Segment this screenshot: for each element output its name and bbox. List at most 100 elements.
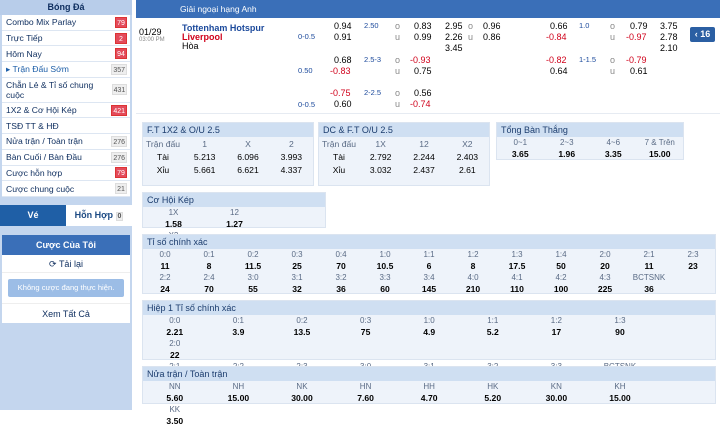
- odds-1x2-x[interactable]: 3.45: [445, 43, 463, 53]
- odds-option[interactable]: 0~1 3.65: [497, 137, 544, 160]
- odds-option[interactable]: 0:3 25: [275, 249, 319, 272]
- ht-odds-u-1[interactable]: -0.97: [626, 32, 647, 42]
- sidebar-item[interactable]: Trực Tiếp 2: [2, 31, 130, 47]
- odds-option[interactable]: 1:1 6: [407, 249, 451, 272]
- odds-option[interactable]: 0:3 75: [334, 315, 398, 338]
- odds-option[interactable]: HH 4.70: [397, 381, 461, 404]
- odds-option[interactable]: 2:0 20: [583, 249, 627, 272]
- odds-option[interactable]: 12 1.27: [204, 207, 265, 230]
- odds-cell[interactable]: 6.096: [226, 150, 269, 163]
- odds-option[interactable]: 0:0 2.21: [143, 315, 207, 338]
- sidebar-item[interactable]: 1X2 & Cơ Hội Kép 421: [2, 103, 130, 119]
- odds-option[interactable]: 2:2 24: [143, 272, 187, 295]
- odds-option[interactable]: 1:4 50: [539, 249, 583, 272]
- odds-option[interactable]: 0:0 11: [143, 249, 187, 272]
- ht-odds-o-2[interactable]: -0.79: [626, 55, 647, 65]
- odds-option[interactable]: HK 5.20: [461, 381, 525, 404]
- odds-h-1[interactable]: 0.94: [334, 21, 352, 31]
- odds-cell[interactable]: 3.993: [270, 150, 313, 163]
- ht-odds-a-2[interactable]: 0.64: [550, 66, 568, 76]
- odds-option[interactable]: 1X 1.58: [143, 207, 204, 230]
- odds-option[interactable]: NK 30.00: [270, 381, 334, 404]
- odds-odd[interactable]: 0.96: [483, 21, 501, 31]
- odds-cell[interactable]: 5.661: [183, 163, 226, 176]
- odds-cell[interactable]: 2.792: [359, 150, 402, 163]
- odds-option[interactable]: 4~6 3.35: [590, 137, 637, 160]
- odds-option[interactable]: 4:3 225: [583, 272, 627, 295]
- view-all-link[interactable]: Xem Tất Cả: [2, 302, 130, 323]
- odds-cell[interactable]: 5.213: [183, 150, 226, 163]
- odds-option[interactable]: 2:4 70: [187, 272, 231, 295]
- odds-option[interactable]: 3:4 145: [407, 272, 451, 295]
- odds-option[interactable]: 4:1 110: [495, 272, 539, 295]
- odds-option[interactable]: 4:2 100: [539, 272, 583, 295]
- odds-option[interactable]: 0:1 3.9: [207, 315, 271, 338]
- sidebar-item[interactable]: Combo Mix Parlay 79: [2, 15, 130, 31]
- odds-1x2-1[interactable]: 2.95: [445, 21, 463, 31]
- tab-mixed[interactable]: Hỗn Hợp 0: [66, 204, 132, 226]
- odds-cell[interactable]: 4.337: [270, 163, 313, 176]
- odds-cell[interactable]: 3.032: [359, 163, 402, 176]
- sidebar-item[interactable]: Hôm Nay 94: [2, 46, 130, 63]
- odds-u-2[interactable]: 0.75: [414, 66, 432, 76]
- odds-u-3[interactable]: -0.74: [410, 99, 431, 109]
- odds-option[interactable]: 7 & Trên 15.00: [637, 137, 684, 160]
- odds-h-2[interactable]: 0.68: [334, 55, 352, 65]
- ht-odds-a-1[interactable]: -0.84: [546, 32, 567, 42]
- odds-a-1[interactable]: 0.91: [334, 32, 352, 42]
- odds-option[interactable]: NN 5.60: [143, 381, 207, 404]
- odds-o-3[interactable]: 0.56: [414, 88, 432, 98]
- odds-a-2[interactable]: -0.83: [330, 66, 351, 76]
- odds-option[interactable]: 1:0 10.5: [363, 249, 407, 272]
- odds-option[interactable]: 1:3 17.5: [495, 249, 539, 272]
- ht-odds-h-1[interactable]: 0.66: [550, 21, 568, 31]
- odds-option[interactable]: 1:2 8: [451, 249, 495, 272]
- odds-even[interactable]: 0.86: [483, 32, 501, 42]
- odds-option[interactable]: NH 15.00: [207, 381, 271, 404]
- odds-option[interactable]: 3:1 32: [275, 272, 319, 295]
- odds-option[interactable]: 0:2 13.5: [270, 315, 334, 338]
- sidebar-item[interactable]: Cược chung cuộc 21: [2, 181, 130, 197]
- odds-u-1[interactable]: 0.99: [414, 32, 432, 42]
- odds-option[interactable]: 2:3 23: [671, 249, 715, 272]
- ht-odds-o-1[interactable]: 0.79: [630, 21, 648, 31]
- odds-option[interactable]: 1:2 17: [525, 315, 589, 338]
- ht-1x2-x[interactable]: 2.10: [660, 43, 678, 53]
- odds-1x2-2[interactable]: 2.26: [445, 32, 463, 42]
- odds-option[interactable]: 0:1 8: [187, 249, 231, 272]
- odds-option[interactable]: KH 15.00: [588, 381, 652, 404]
- odds-option[interactable]: 0:4 70: [319, 249, 363, 272]
- odds-a-3[interactable]: 0.60: [334, 99, 352, 109]
- odds-o-2[interactable]: -0.93: [410, 55, 431, 65]
- odds-o-1[interactable]: 0.83: [414, 21, 432, 31]
- odds-cell[interactable]: 2.403: [446, 150, 489, 163]
- sidebar-item[interactable]: Nửa trận / Toàn trận 276: [2, 134, 130, 150]
- ht-odds-h-2[interactable]: -0.82: [546, 55, 567, 65]
- odds-cell[interactable]: 2.437: [402, 163, 445, 176]
- odds-option[interactable]: 0:2 11.5: [231, 249, 275, 272]
- odds-cell[interactable]: 2.244: [402, 150, 445, 163]
- tab-single[interactable]: Vé: [0, 204, 66, 226]
- odds-option[interactable]: KK 3.50: [143, 404, 207, 427]
- odds-option[interactable]: HN 7.60: [334, 381, 398, 404]
- odds-option[interactable]: 3:2 36: [319, 272, 363, 295]
- odds-option[interactable]: 1:3 90: [588, 315, 652, 338]
- odds-option[interactable]: BCTSNK 36: [627, 272, 671, 295]
- ht-1x2-2[interactable]: 2.78: [660, 32, 678, 42]
- odds-option[interactable]: 3:0 55: [231, 272, 275, 295]
- reload-button[interactable]: ⟳ Tải lại: [2, 255, 130, 273]
- sidebar-item[interactable]: Bàn Cuối / Bàn Đầu 276: [2, 150, 130, 166]
- odds-cell[interactable]: 2.61: [446, 163, 489, 176]
- odds-option[interactable]: 2~3 1.96: [544, 137, 591, 160]
- sidebar-item[interactable]: TSĐ TT & HĐ: [2, 118, 130, 135]
- ht-odds-u-2[interactable]: 0.61: [630, 66, 648, 76]
- more-markets-button[interactable]: ‹ 16: [690, 27, 715, 42]
- odds-h-3[interactable]: -0.75: [330, 88, 351, 98]
- odds-option[interactable]: 1:0 4.9: [397, 315, 461, 338]
- odds-option[interactable]: KN 30.00: [525, 381, 589, 404]
- sidebar-item[interactable]: Chẵn Lẻ & Tỉ số chung cuộc 431: [2, 78, 130, 103]
- odds-option[interactable]: 3:3 60: [363, 272, 407, 295]
- ht-1x2-1[interactable]: 3.75: [660, 21, 678, 31]
- sidebar-item[interactable]: ▸ Trận Đấu Sớm 357: [2, 62, 130, 78]
- sidebar-item[interactable]: Cược hỗn hợp 79: [2, 166, 130, 182]
